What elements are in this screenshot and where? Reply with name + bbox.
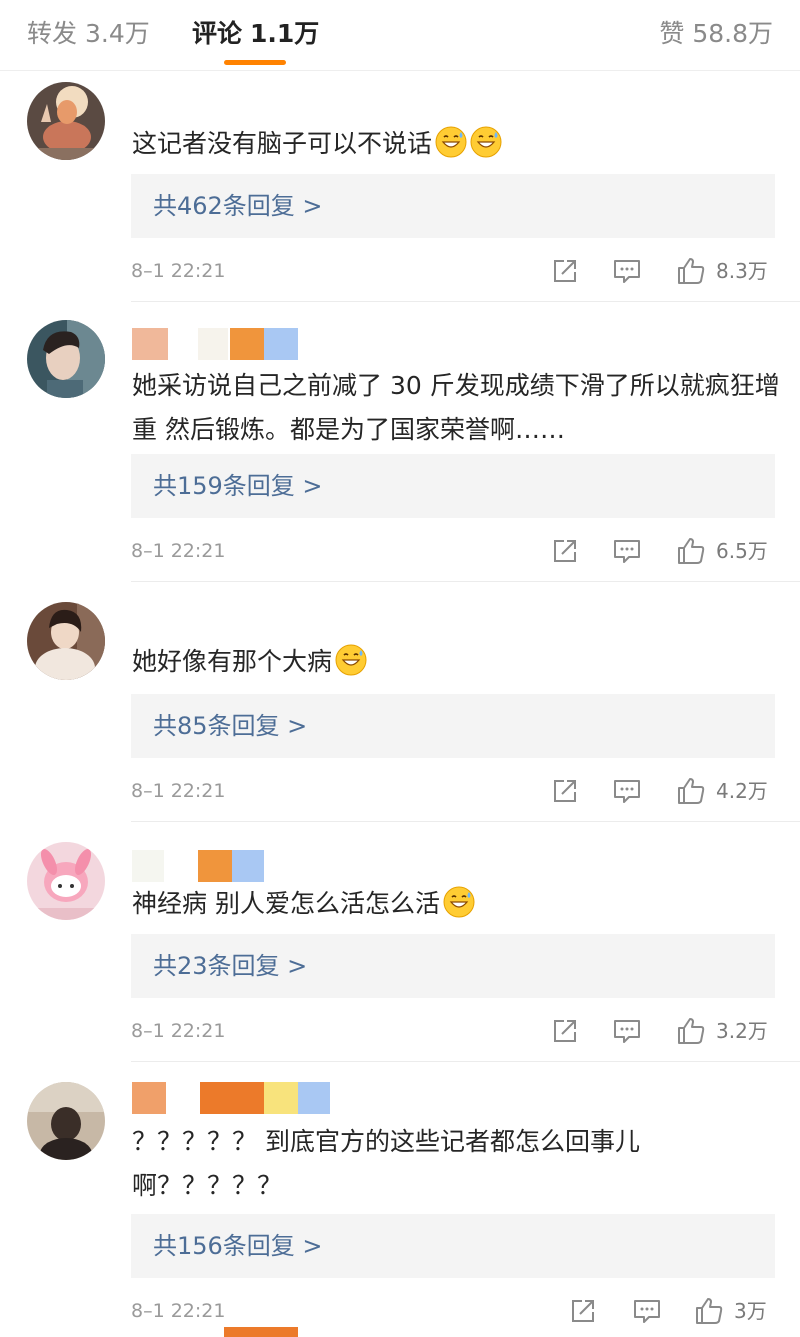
comment-icon[interactable] <box>612 776 642 806</box>
reply-count-link: 共462条回复 > <box>153 192 323 220</box>
like-count: 3.2万 <box>716 1019 768 1043</box>
comment-divider <box>131 1061 800 1062</box>
thumbs-up-icon <box>678 538 705 564</box>
reply-count-link: 共159条回复 > <box>153 472 323 500</box>
thumbs-up-icon <box>696 1298 723 1324</box>
grinning-sweat-emoji-icon <box>335 644 367 676</box>
comment-meta: 8–1 22:21 8.3万 <box>0 254 800 288</box>
comment-divider <box>131 581 800 582</box>
view-replies-button[interactable]: 共159条回复 > <box>131 454 775 518</box>
like-count: 8.3万 <box>716 259 768 283</box>
comment-text: 她采访说自己之前减了 30 斤发现成绩下滑了所以就疯狂增重 然后锻炼。都是为了国… <box>132 364 782 452</box>
avatar[interactable] <box>27 82 105 160</box>
tab-repost[interactable]: 转发 3.4万 <box>27 14 150 54</box>
tab-repost-count: 3.4万 <box>85 19 150 48</box>
reply-count-link: 共156条回复 > <box>153 1232 323 1260</box>
share-icon[interactable] <box>550 256 580 286</box>
comment-icon[interactable] <box>632 1296 662 1326</box>
comment-content: 神经病 别人爱怎么活怎么活 <box>132 889 440 918</box>
like-count: 6.5万 <box>716 539 768 563</box>
like-count: 3万 <box>734 1299 767 1323</box>
avatar[interactable] <box>27 602 105 680</box>
reply-count-link: 共23条回复 > <box>153 952 308 980</box>
view-replies-button[interactable]: 共23条回复 > <box>131 934 775 998</box>
avatar[interactable] <box>27 320 105 398</box>
reply-count-link: 共85条回复 > <box>153 712 308 740</box>
thumbs-up-icon <box>678 1018 705 1044</box>
share-icon[interactable] <box>550 1016 580 1046</box>
comment-divider <box>131 821 800 822</box>
comment-content: 这记者没有脑子可以不说话 <box>132 129 433 158</box>
thumbs-up-icon <box>678 258 705 284</box>
comment-divider <box>131 301 800 302</box>
share-icon[interactable] <box>568 1296 598 1326</box>
tab-repost-label: 转发 <box>27 19 78 48</box>
view-replies-button[interactable]: 共156条回复 > <box>131 1214 775 1278</box>
thumbs-up-icon <box>678 778 705 804</box>
comment-text: 她好像有那个大病 <box>132 640 782 684</box>
tab-comments-count: 1.1万 <box>250 19 320 48</box>
comment-meta: 8–1 22:21 3.2万 <box>0 1014 800 1048</box>
comment-icon[interactable] <box>612 1016 642 1046</box>
comment-text: ？？？？？ 到底官方的这些记者都怎么回事儿啊？？？？？ <box>132 1120 782 1208</box>
grinning-sweat-emoji-icon <box>435 126 467 158</box>
comment-content: 她采访说自己之前减了 30 斤发现成绩下滑了所以就疯狂增重 然后锻炼。都是为了国… <box>132 371 780 444</box>
comment-content: ？？？？？ 到底官方的这些记者都怎么回事儿啊？？？？？ <box>132 1127 640 1200</box>
next-comment-peek <box>224 1327 298 1337</box>
grinning-sweat-emoji-icon <box>443 886 475 918</box>
avatar[interactable] <box>27 1082 105 1160</box>
share-icon[interactable] <box>550 536 580 566</box>
grinning-sweat-emoji-icon <box>470 126 502 158</box>
active-tab-indicator <box>224 60 286 65</box>
like-count: 4.2万 <box>716 779 768 803</box>
comment-meta: 8–1 22:21 4.2万 <box>0 774 800 808</box>
comment-time: 8–1 22:21 <box>131 1020 226 1042</box>
comment-icon[interactable] <box>612 536 642 566</box>
comment-meta: 8–1 22:21 3万 <box>0 1294 800 1328</box>
tab-likes-count: 58.8万 <box>692 19 773 48</box>
comment-icon[interactable] <box>612 256 642 286</box>
comment-meta: 8–1 22:21 6.5万 <box>0 534 800 568</box>
comment-time: 8–1 22:21 <box>131 540 226 562</box>
comment-time: 8–1 22:21 <box>131 1300 226 1322</box>
tab-bar: 转发 3.4万 评论 1.1万 赞 58.8万 <box>0 0 800 71</box>
avatar[interactable] <box>27 842 105 920</box>
view-replies-button[interactable]: 共85条回复 > <box>131 694 775 758</box>
share-icon[interactable] <box>550 776 580 806</box>
comment-text: 这记者没有脑子可以不说话 <box>132 122 782 166</box>
tab-comments-label: 评论 <box>192 19 243 48</box>
tab-likes-label: 赞 <box>659 19 685 48</box>
tab-comments[interactable]: 评论 1.1万 <box>192 14 319 54</box>
comment-time: 8–1 22:21 <box>131 780 226 802</box>
comment-content: 她好像有那个大病 <box>132 647 333 676</box>
comment-time: 8–1 22:21 <box>131 260 226 282</box>
comment-text: 神经病 别人爱怎么活怎么活 <box>132 882 782 926</box>
tab-likes[interactable]: 赞 58.8万 <box>659 14 773 54</box>
view-replies-button[interactable]: 共462条回复 > <box>131 174 775 238</box>
